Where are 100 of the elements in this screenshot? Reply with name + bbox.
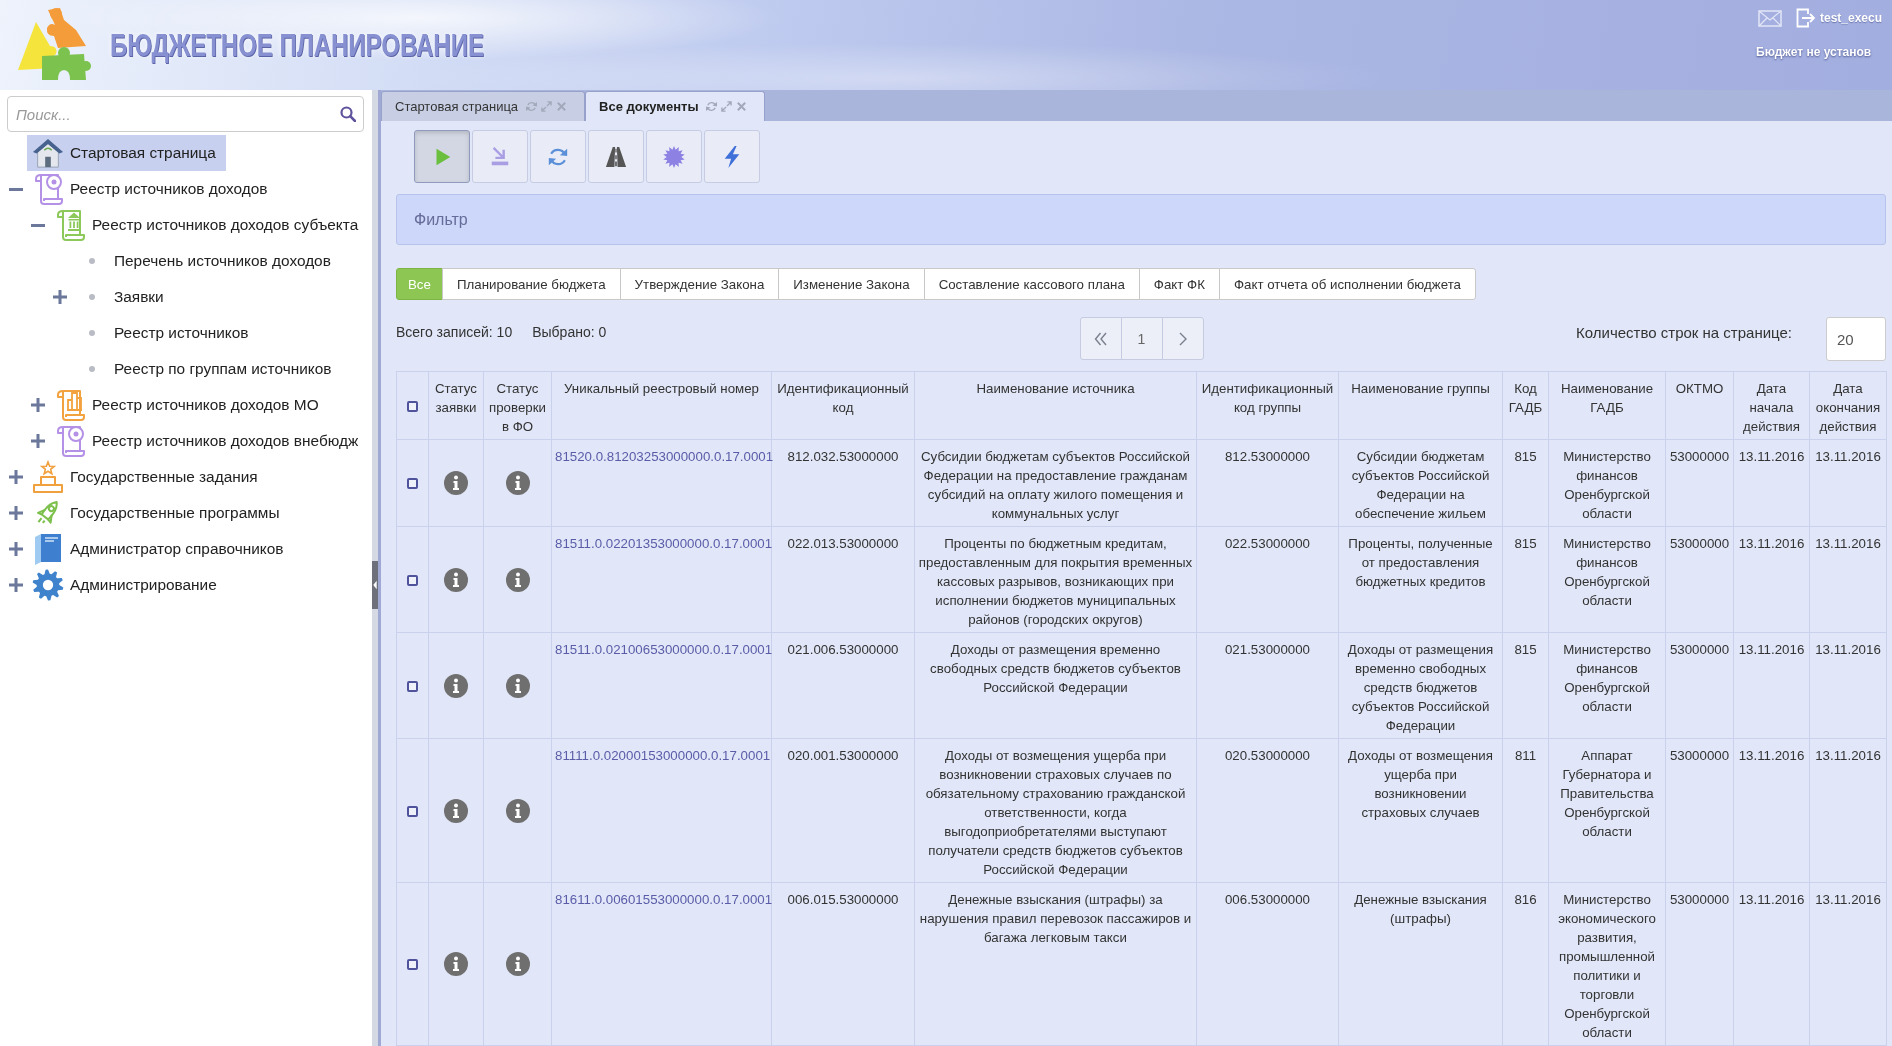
- table-cell: Доходы от возмещения ущерба при возникновении страховых случаев: [1338, 738, 1503, 883]
- registry-number-link[interactable]: 81520.0.81203253000000.0.17.0001: [555, 449, 774, 464]
- select-all-checkbox[interactable]: [407, 401, 418, 412]
- table-cell: 021.006.53000000: [771, 632, 915, 739]
- table-cell: 13.11.2016: [1809, 738, 1887, 883]
- table-cell: 812.53000000: [1196, 439, 1339, 527]
- table-cell: 020.53000000: [1196, 738, 1339, 883]
- table-cell: 53000000: [1665, 526, 1734, 633]
- info-icon[interactable]: [444, 798, 468, 823]
- bullet-icon: [89, 294, 95, 300]
- stage-filter-button[interactable]: Изменение Закона: [778, 268, 925, 300]
- stage-filter-button[interactable]: Планирование бюджета: [441, 268, 621, 300]
- tree-item[interactable]: Стартовая страница: [27, 135, 226, 171]
- info-icon[interactable]: [505, 673, 530, 698]
- column-header: Код ГАДБ: [1502, 371, 1549, 440]
- starburst-icon: [663, 145, 685, 168]
- tree-item[interactable]: Заявки: [71, 279, 174, 315]
- expand-icon[interactable]: [53, 290, 67, 304]
- search-icon[interactable]: [340, 106, 356, 122]
- table-cell: 13.11.2016: [1733, 526, 1810, 633]
- table-cell: Министерство финансов Оренбургской области: [1548, 632, 1666, 739]
- info-icon[interactable]: [444, 952, 468, 976]
- table-cell: Министерство экономического развития, промышленной политики и торговли Оренбургской области: [1548, 882, 1666, 1046]
- tree-item[interactable]: Перечень источников доходов: [71, 243, 341, 279]
- info-icon[interactable]: [444, 673, 468, 698]
- gear-icon: [32, 568, 64, 602]
- tree-item[interactable]: Реестр источников доходов: [27, 171, 278, 207]
- column-header: Уникальный реестровый номер: [551, 371, 772, 440]
- table-cell: 020.001.53000000: [771, 738, 915, 883]
- row-checkbox[interactable]: [407, 478, 418, 490]
- double-chevron-left-icon: [1094, 331, 1107, 346]
- row-checkbox[interactable]: [407, 959, 418, 971]
- row-checkbox[interactable]: [407, 806, 418, 817]
- table-cell: 13.11.2016: [1809, 632, 1887, 739]
- scroll-coin-icon: [54, 424, 86, 458]
- column-header: Статус проверки в ФО: [483, 371, 552, 440]
- stage-filter-button[interactable]: Факт ФК: [1138, 268, 1220, 300]
- rows-per-page-field[interactable]: 20: [1826, 317, 1886, 361]
- info-icon[interactable]: [444, 567, 468, 592]
- info-icon[interactable]: [505, 798, 530, 823]
- table-cell: Проценты по бюджетным кредитам, предоставленным для покрытия временных кассовых разрывов, возникающих при исполнении бюджетов муниципальных районов (городских округов): [914, 526, 1197, 633]
- scroll-buildings-icon: [54, 388, 86, 422]
- table-cell: Доходы от возмещения ущерба при возникновении страховых случаев по обязательному страхованию гражданской ответственности, когда выгодоприобретателями выступают получатели средств бюджетов субъектов Российской Федерации: [914, 738, 1197, 883]
- expand-icon[interactable]: [9, 542, 23, 556]
- info-icon[interactable]: [505, 471, 530, 495]
- toolbar-button[interactable]: [646, 130, 702, 183]
- scroll-bank-icon: [54, 208, 86, 242]
- expand-icon[interactable]: [9, 506, 23, 520]
- column-header: Дата окончания действия: [1809, 371, 1887, 440]
- page-number-button[interactable]: 1: [1120, 317, 1163, 360]
- tree-item[interactable]: Реестр источников доходов субъекта: [49, 207, 369, 243]
- registry-number-link[interactable]: 81511.0.02201353000000.0.17.0001: [555, 536, 773, 551]
- table-cell: 13.11.2016: [1733, 738, 1810, 883]
- table-cell: 006.015.53000000: [771, 882, 915, 1046]
- filter-panel-header[interactable]: Фильтр: [396, 194, 1886, 245]
- splitter[interactable]: [372, 90, 378, 1046]
- table-cell: Доходы от размещения временно свободных средств бюджетов субъектов Российской Федерации: [914, 632, 1197, 739]
- road-icon: [605, 145, 627, 168]
- table-cell: 815: [1502, 632, 1549, 739]
- tree-item[interactable]: Администрирование: [27, 567, 227, 603]
- registry-number-link[interactable]: 81511.0.02100653000000.0.17.0001: [555, 642, 773, 657]
- column-header: Идентификационный код: [771, 371, 915, 440]
- table-cell: 13.11.2016: [1809, 526, 1887, 633]
- expand-icon[interactable]: [9, 470, 23, 484]
- collapse-icon[interactable]: [31, 223, 45, 227]
- registry-number-link[interactable]: 81611.0.00601553000000.0.17.0001: [555, 892, 773, 907]
- expand-icon[interactable]: [9, 578, 23, 592]
- toolbar-button[interactable]: [588, 130, 644, 183]
- column-header: Дата начала действия: [1733, 371, 1810, 440]
- tree-item[interactable]: Реестр источников: [71, 315, 259, 351]
- toolbar-button[interactable]: [530, 130, 586, 183]
- tree-item[interactable]: Государственные задания: [27, 459, 268, 495]
- tree-item[interactable]: Реестр источников доходов внебюдж: [49, 423, 369, 459]
- tree-item[interactable]: Администратор справочников: [27, 531, 294, 567]
- table-cell: 53000000: [1665, 439, 1734, 527]
- info-icon[interactable]: [505, 952, 530, 976]
- tree-item[interactable]: Реестр по группам источников: [71, 351, 342, 387]
- house-icon: [32, 136, 64, 170]
- podium-star-icon: [32, 460, 64, 494]
- tree-item[interactable]: Государственные программы: [27, 495, 290, 531]
- table-cell: 816: [1502, 882, 1549, 1046]
- stage-filter-button[interactable]: Факт отчета об исполнении бюджета: [1218, 268, 1476, 300]
- registry-number-link[interactable]: 81111.0.02000153000000.0.17.0001: [555, 748, 771, 763]
- toolbar-button[interactable]: [704, 130, 760, 183]
- expand-icon[interactable]: [31, 398, 45, 412]
- stage-filter-button[interactable]: Утверждение Закона: [619, 268, 780, 300]
- table-cell: 13.11.2016: [1733, 632, 1810, 739]
- previous-page-button[interactable]: [1079, 317, 1122, 360]
- search-field[interactable]: Поиск...: [7, 96, 364, 132]
- expand-icon[interactable]: [31, 434, 45, 448]
- table-cell: 022.013.53000000: [771, 526, 915, 633]
- info-icon[interactable]: [444, 471, 468, 495]
- column-header: ОКТМО: [1665, 371, 1734, 440]
- row-checkbox[interactable]: [407, 681, 418, 692]
- stage-filter-button[interactable]: Составление кассового плана: [923, 268, 1140, 300]
- info-icon[interactable]: [505, 567, 530, 592]
- collapse-icon[interactable]: [9, 187, 23, 191]
- bullet-icon: [89, 366, 95, 372]
- row-checkbox[interactable]: [407, 575, 418, 586]
- tree-item[interactable]: Реестр источников доходов МО: [49, 387, 329, 423]
